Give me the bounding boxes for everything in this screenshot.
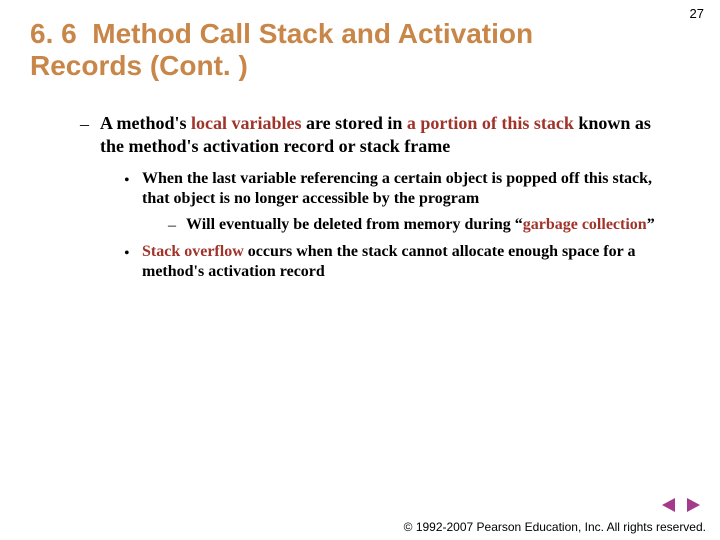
dot-bullet-icon: •	[124, 169, 142, 209]
bullet-level3: – Will eventually be deleted from memory…	[168, 215, 670, 236]
page-number: 27	[690, 6, 704, 21]
level2a-text: When the last variable referencing a cer…	[142, 169, 670, 209]
l3-em: garbage collection	[523, 216, 647, 233]
slide-title: 6. 6 Method Call Stack and Activation Re…	[30, 18, 690, 82]
level2b-text: Stack overflow occurs when the stack can…	[142, 242, 670, 282]
l3-post: ”	[647, 216, 655, 233]
l3-pre: Will eventually be deleted from memory d…	[186, 216, 523, 233]
l1-pre: A method's	[100, 113, 191, 133]
l2b-em: Stack overflow	[142, 243, 244, 260]
triangle-right-icon	[684, 496, 702, 514]
l1-em2: a portion of this stack	[407, 113, 574, 133]
section-number: 6. 6	[30, 18, 77, 49]
triangle-left-icon	[660, 496, 678, 514]
copyright-footer: © 1992-2007 Pearson Education, Inc. All …	[0, 520, 706, 534]
dot-bullet-icon: •	[124, 242, 142, 282]
bullet-level2: • When the last variable referencing a c…	[124, 169, 670, 209]
nav-buttons	[660, 496, 702, 514]
body-text: – A method's local variables are stored …	[30, 112, 690, 282]
level3-text: Will eventually be deleted from memory d…	[186, 215, 670, 236]
slide: 27 6. 6 Method Call Stack and Activation…	[0, 0, 720, 540]
dash-bullet-icon: –	[168, 215, 186, 236]
next-button[interactable]	[684, 496, 702, 514]
l1-em1: local variables	[191, 113, 302, 133]
bullet-level1: – A method's local variables are stored …	[80, 112, 670, 157]
level1-text: A method's local variables are stored in…	[100, 112, 670, 157]
bullet-level2: • Stack overflow occurs when the stack c…	[124, 242, 670, 282]
l1-mid: are stored in	[302, 113, 407, 133]
title-text: Method Call Stack and Activation Records…	[30, 18, 533, 81]
prev-button[interactable]	[660, 496, 678, 514]
dash-bullet-icon: –	[80, 112, 100, 157]
